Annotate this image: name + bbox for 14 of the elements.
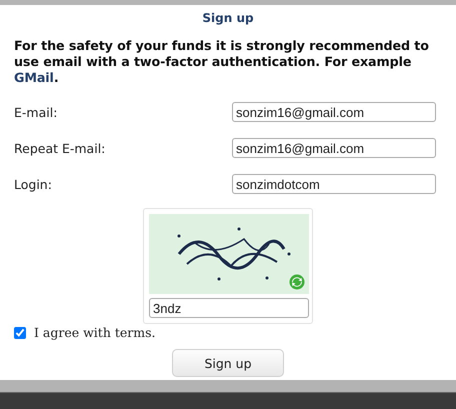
form-title: Sign up [201, 11, 255, 25]
agree-checkbox[interactable] [14, 326, 26, 338]
sign-up-button[interactable]: Sign up [172, 349, 284, 377]
field-label: E-mail: [14, 104, 58, 120]
safety-notice: For the safety of your funds it is strongly recommended to use email with a two-factor authentication. For example GMail. [14, 38, 430, 86]
input-field[interactable]: sonzimdotcom [232, 174, 436, 194]
input-field[interactable]: sonzim16@gmail.com [232, 102, 436, 122]
captcha-input[interactable]: 3ndz [149, 298, 309, 318]
field-label: Repeat E-mail: [14, 140, 106, 156]
refresh-icon[interactable] [289, 274, 305, 290]
agree-label: I agree with terms. [34, 325, 156, 340]
gmail-link[interactable]: GMail [14, 70, 54, 85]
input-field[interactable]: sonzim16@gmail.com [232, 138, 436, 158]
field-label: Login: [14, 176, 52, 192]
